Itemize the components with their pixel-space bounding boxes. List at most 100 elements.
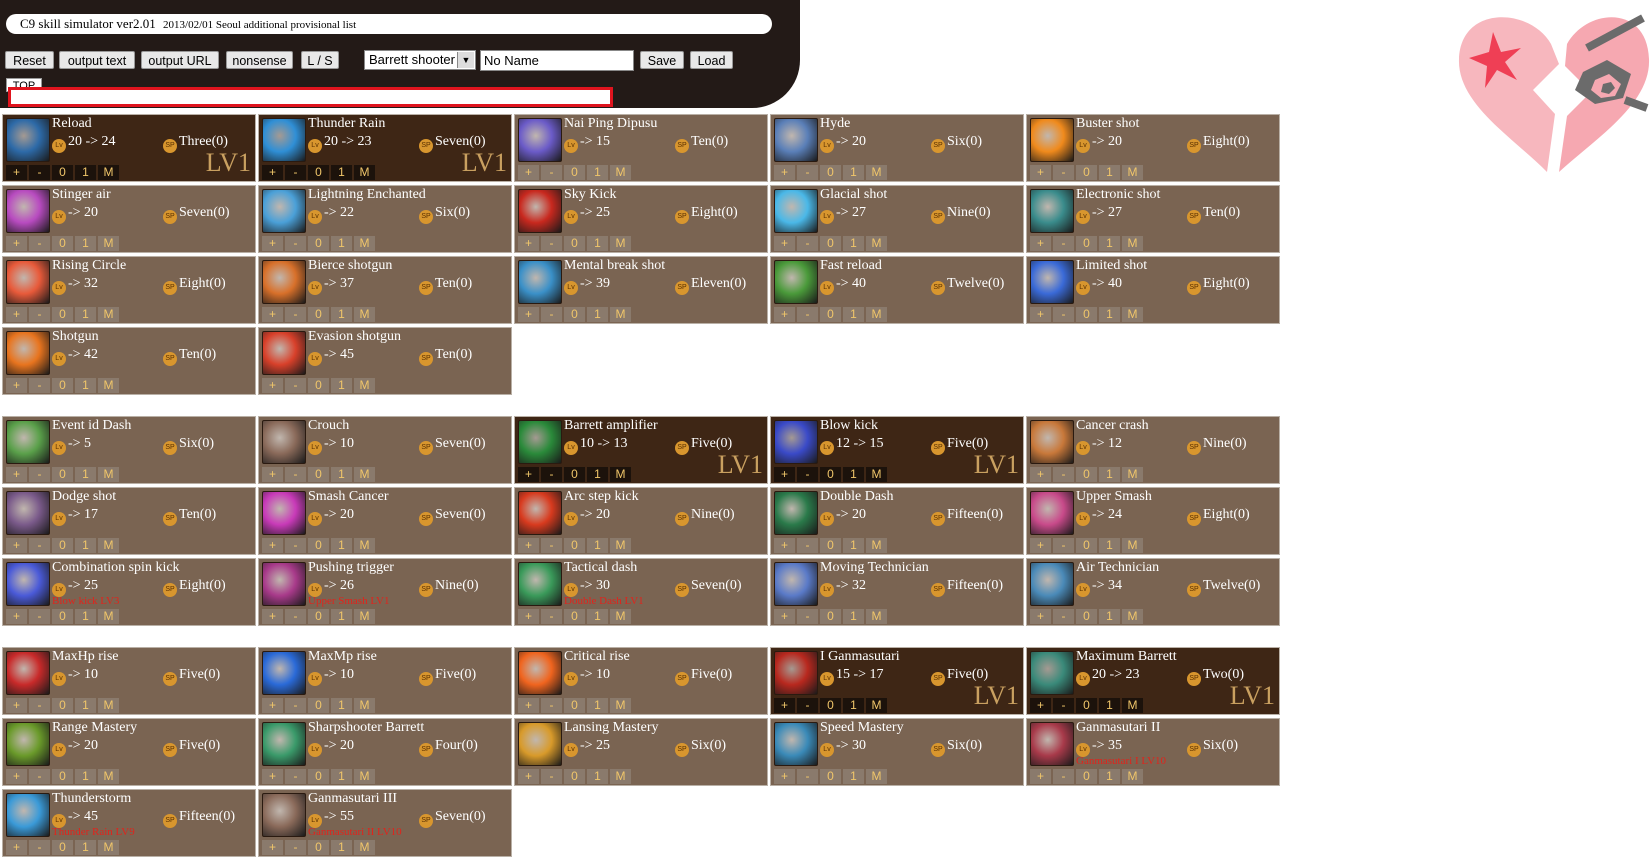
max-button[interactable]: M: [354, 538, 375, 553]
minus-button[interactable]: -: [797, 609, 818, 624]
one-button[interactable]: 1: [843, 609, 864, 624]
plus-button[interactable]: +: [1030, 307, 1051, 322]
one-button[interactable]: 1: [587, 165, 608, 180]
max-button[interactable]: M: [610, 165, 631, 180]
plus-button[interactable]: +: [774, 698, 795, 713]
skill-card[interactable]: Hyde Lv -> 20 SP Six(0) + -0 1 M: [770, 114, 1024, 182]
max-button[interactable]: M: [1122, 609, 1143, 624]
skill-card[interactable]: Arc step kick Lv -> 20 SP Nine(0) + -0 1 M: [514, 487, 768, 555]
max-button[interactable]: M: [354, 165, 375, 180]
zero-button[interactable]: 0: [564, 609, 585, 624]
minus-button[interactable]: -: [285, 840, 306, 855]
max-button[interactable]: M: [98, 236, 119, 251]
minus-button[interactable]: -: [29, 165, 50, 180]
max-button[interactable]: M: [1122, 769, 1143, 784]
max-button[interactable]: M: [354, 467, 375, 482]
zero-button[interactable]: 0: [820, 769, 841, 784]
plus-button[interactable]: +: [518, 769, 539, 784]
minus-button[interactable]: -: [1053, 236, 1074, 251]
skill-card[interactable]: Critical rise Lv -> 10 SP Five(0) + -0 1 M: [514, 647, 768, 715]
skill-card[interactable]: Sky Kick Lv -> 25 SP Eight(0) + -0 1 M: [514, 185, 768, 253]
name-input[interactable]: No Name: [480, 50, 634, 71]
minus-button[interactable]: -: [285, 307, 306, 322]
minus-button[interactable]: -: [29, 467, 50, 482]
minus-button[interactable]: -: [285, 769, 306, 784]
max-button[interactable]: M: [98, 840, 119, 855]
one-button[interactable]: 1: [843, 467, 864, 482]
minus-button[interactable]: -: [541, 769, 562, 784]
skill-card[interactable]: Nai Ping Dipusu Lv -> 15 SP Ten(0) + -0 1 M: [514, 114, 768, 182]
skill-card[interactable]: Cancer crash Lv -> 12 SP Nine(0) + -0 1 M: [1026, 416, 1280, 484]
one-button[interactable]: 1: [1099, 467, 1120, 482]
skill-card[interactable]: Thunderstorm Lv -> 45 SP Fifteen(0) Thunder R…: [2, 789, 256, 857]
skill-card[interactable]: Double Dash Lv -> 20 SP Fifteen(0) + -0 1 M: [770, 487, 1024, 555]
skill-card[interactable]: Mental break shot Lv -> 39 SP Eleven(0) + -0 1 M: [514, 256, 768, 324]
max-button[interactable]: M: [1122, 467, 1143, 482]
one-button[interactable]: 1: [75, 769, 96, 784]
max-button[interactable]: M: [98, 698, 119, 713]
skill-card[interactable]: Lightning Enchanted Lv -> 22 SP Six(0) + -0 1 M: [258, 185, 512, 253]
minus-button[interactable]: -: [797, 165, 818, 180]
zero-button[interactable]: 0: [1076, 698, 1097, 713]
max-button[interactable]: M: [610, 236, 631, 251]
plus-button[interactable]: +: [774, 609, 795, 624]
max-button[interactable]: M: [98, 307, 119, 322]
minus-button[interactable]: -: [797, 307, 818, 322]
max-button[interactable]: M: [610, 609, 631, 624]
zero-button[interactable]: 0: [52, 378, 73, 393]
skill-card[interactable]: Range Mastery Lv -> 20 SP Five(0) + -0 1 M: [2, 718, 256, 786]
zero-button[interactable]: 0: [52, 467, 73, 482]
one-button[interactable]: 1: [331, 609, 352, 624]
zero-button[interactable]: 0: [52, 236, 73, 251]
max-button[interactable]: M: [354, 609, 375, 624]
plus-button[interactable]: +: [1030, 538, 1051, 553]
skill-card[interactable]: Upper Smash Lv -> 24 SP Eight(0) + -0 1 M: [1026, 487, 1280, 555]
skill-card[interactable]: Limited shot Lv -> 40 SP Eight(0) + -0 1 M: [1026, 256, 1280, 324]
zero-button[interactable]: 0: [308, 840, 329, 855]
minus-button[interactable]: -: [1053, 538, 1074, 553]
character-select[interactable]: Barrett shooter ▼: [364, 50, 476, 70]
plus-button[interactable]: +: [1030, 769, 1051, 784]
max-button[interactable]: M: [98, 467, 119, 482]
zero-button[interactable]: 0: [308, 307, 329, 322]
zero-button[interactable]: 0: [1076, 165, 1097, 180]
minus-button[interactable]: -: [285, 378, 306, 393]
skill-card[interactable]: MaxHp rise Lv -> 10 SP Five(0) + -0 1 M: [2, 647, 256, 715]
plus-button[interactable]: +: [6, 378, 27, 393]
one-button[interactable]: 1: [1099, 769, 1120, 784]
one-button[interactable]: 1: [331, 698, 352, 713]
one-button[interactable]: 1: [587, 467, 608, 482]
one-button[interactable]: 1: [331, 467, 352, 482]
zero-button[interactable]: 0: [52, 307, 73, 322]
plus-button[interactable]: +: [518, 307, 539, 322]
one-button[interactable]: 1: [587, 769, 608, 784]
zero-button[interactable]: 0: [820, 609, 841, 624]
one-button[interactable]: 1: [75, 236, 96, 251]
one-button[interactable]: 1: [331, 538, 352, 553]
one-button[interactable]: 1: [587, 698, 608, 713]
minus-button[interactable]: -: [797, 698, 818, 713]
zero-button[interactable]: 0: [1076, 609, 1097, 624]
skill-card[interactable]: Shotgun Lv -> 42 SP Ten(0) + -0 1 M: [2, 327, 256, 395]
zero-button[interactable]: 0: [564, 165, 585, 180]
minus-button[interactable]: -: [29, 840, 50, 855]
max-button[interactable]: M: [866, 609, 887, 624]
plus-button[interactable]: +: [6, 236, 27, 251]
zero-button[interactable]: 0: [308, 769, 329, 784]
one-button[interactable]: 1: [843, 165, 864, 180]
one-button[interactable]: 1: [75, 165, 96, 180]
max-button[interactable]: M: [1122, 538, 1143, 553]
minus-button[interactable]: -: [541, 165, 562, 180]
max-button[interactable]: M: [1122, 165, 1143, 180]
minus-button[interactable]: -: [29, 609, 50, 624]
skill-card[interactable]: Air Technician Lv -> 34 SP Twelve(0) + -0 1 M: [1026, 558, 1280, 626]
one-button[interactable]: 1: [1099, 165, 1120, 180]
one-button[interactable]: 1: [843, 236, 864, 251]
one-button[interactable]: 1: [75, 698, 96, 713]
plus-button[interactable]: +: [6, 165, 27, 180]
one-button[interactable]: 1: [331, 378, 352, 393]
skill-card[interactable]: Buster shot Lv -> 20 SP Eight(0) + -0 1 M: [1026, 114, 1280, 182]
max-button[interactable]: M: [354, 698, 375, 713]
zero-button[interactable]: 0: [820, 236, 841, 251]
skill-card[interactable]: Electronic shot Lv -> 27 SP Ten(0) + -0 1 M: [1026, 185, 1280, 253]
